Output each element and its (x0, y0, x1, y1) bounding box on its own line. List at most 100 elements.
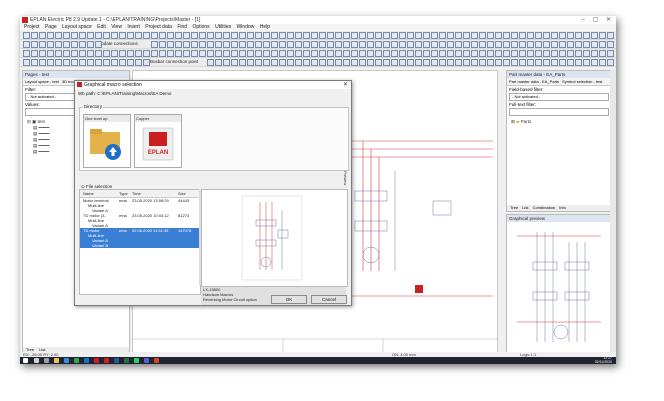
eplan-taskbar-icon[interactable] (104, 358, 109, 363)
toolbar-button[interactable] (223, 50, 230, 57)
toolbar-button[interactable] (543, 59, 550, 66)
toolbar-button[interactable] (575, 41, 582, 48)
toolbar-button[interactable] (495, 59, 502, 66)
file-explorer-icon[interactable] (54, 358, 59, 363)
toolbar-button[interactable] (175, 32, 182, 39)
toolbar-button[interactable] (287, 50, 294, 57)
toolbar-button[interactable] (567, 50, 574, 57)
toolbar-button[interactable] (375, 41, 382, 48)
toolbar-button[interactable] (327, 59, 334, 66)
toolbar-button[interactable] (319, 59, 326, 66)
toolbar-button[interactable] (575, 59, 582, 66)
col-size[interactable]: Size (178, 190, 198, 197)
toolbar-button[interactable] (63, 59, 70, 66)
toolbar-button[interactable] (119, 59, 126, 66)
toolbar-button[interactable] (31, 59, 38, 66)
col-type[interactable]: Type (119, 190, 132, 197)
toolbar-button[interactable] (471, 41, 478, 48)
toolbar-button[interactable] (343, 32, 350, 39)
window-controls[interactable]: – ▢ ✕ (582, 16, 614, 23)
toolbar-button[interactable] (447, 59, 454, 66)
toolbar-button[interactable] (175, 50, 182, 57)
toolbar-button[interactable] (127, 32, 134, 39)
toolbar-button[interactable] (327, 50, 334, 57)
col-time[interactable]: Time (132, 190, 178, 197)
toolbar-button[interactable] (567, 41, 574, 48)
toolbar-button[interactable] (255, 41, 262, 48)
toolbar-button[interactable] (167, 32, 174, 39)
toolbar-button[interactable] (23, 50, 30, 57)
toolbar-button[interactable] (495, 50, 502, 57)
toolbar-button[interactable] (343, 59, 350, 66)
toolbar-button[interactable] (127, 50, 134, 57)
toolbar-button[interactable] (135, 59, 142, 66)
toolbar-button[interactable] (191, 32, 198, 39)
update-connections-label[interactable]: Update connections (98, 41, 138, 46)
toolbar-button[interactable] (319, 32, 326, 39)
toolbar-button[interactable] (367, 41, 374, 48)
tab-tree[interactable]: Tree (510, 205, 518, 210)
toolbar-button[interactable] (407, 59, 414, 66)
toolbar-button[interactable] (111, 50, 118, 57)
toolbar-button[interactable] (295, 41, 302, 48)
menu-edit[interactable]: Edit (97, 24, 106, 31)
fulltext-filter-input[interactable] (509, 108, 609, 116)
toolbar-button[interactable] (135, 50, 142, 57)
toolbar-button[interactable] (247, 59, 254, 66)
toolbar-button[interactable] (591, 41, 598, 48)
toolbar-button[interactable] (111, 32, 118, 39)
toolbar-button[interactable] (471, 50, 478, 57)
toolbar-button[interactable] (303, 50, 310, 57)
toolbar-button[interactable] (47, 41, 54, 48)
toolbar-button[interactable] (543, 50, 550, 57)
toolbar-button[interactable] (207, 59, 214, 66)
toolbar-button[interactable] (71, 41, 78, 48)
tree-item-parts[interactable]: ⊞ ▰ Parts (511, 119, 611, 125)
menu-utilities[interactable]: Utilities (215, 24, 231, 31)
toolbar-button[interactable] (303, 32, 310, 39)
ok-button[interactable]: OK (271, 295, 307, 304)
toolbar-button[interactable] (199, 50, 206, 57)
toolbar-button[interactable] (591, 59, 598, 66)
toolbar-button[interactable] (551, 50, 558, 57)
toolbar-button[interactable] (399, 50, 406, 57)
toolbar-button[interactable] (23, 32, 30, 39)
toolbar-button[interactable] (335, 32, 342, 39)
toolbar-button[interactable] (199, 41, 206, 48)
toolbar-button[interactable] (103, 50, 110, 57)
toolbar-button[interactable] (407, 50, 414, 57)
cancel-button[interactable]: Cancel (311, 295, 347, 304)
toolbar-button[interactable] (303, 59, 310, 66)
toolbar-button[interactable] (559, 32, 566, 39)
toolbar-button[interactable] (63, 41, 70, 48)
col-name[interactable]: Name (80, 190, 119, 197)
toolbar-button[interactable] (511, 41, 518, 48)
toolbar-button[interactable] (47, 50, 54, 57)
toolbar-button[interactable] (519, 41, 526, 48)
toolbar-button[interactable] (247, 50, 254, 57)
toolbar-button[interactable] (47, 32, 54, 39)
toolbar-button[interactable] (39, 59, 46, 66)
tab-combination[interactable]: Combination (533, 205, 555, 210)
toolbar-button[interactable] (479, 32, 486, 39)
toolbar-button[interactable] (231, 41, 238, 48)
toolbar-button[interactable] (143, 59, 150, 66)
toolbar-button[interactable] (127, 59, 134, 66)
toolbar-button[interactable] (255, 59, 262, 66)
toolbar-button[interactable] (519, 59, 526, 66)
toolbar-button[interactable] (423, 41, 430, 48)
toolbar-button[interactable] (87, 32, 94, 39)
toolbar-button[interactable] (343, 50, 350, 57)
toolbar-button[interactable] (383, 32, 390, 39)
toolbar-button[interactable] (607, 32, 614, 39)
toolbar-button[interactable] (327, 32, 334, 39)
menu-help[interactable]: Help (260, 24, 270, 31)
menu-project-data[interactable]: Project data (145, 24, 172, 31)
toolbar-button[interactable] (527, 41, 534, 48)
teams-icon[interactable] (144, 358, 149, 363)
toolbar-button[interactable] (215, 32, 222, 39)
toolbar-button[interactable] (463, 50, 470, 57)
toolbar-button[interactable] (199, 32, 206, 39)
toolbar-button[interactable] (535, 32, 542, 39)
toolbar-button[interactable] (599, 32, 606, 39)
